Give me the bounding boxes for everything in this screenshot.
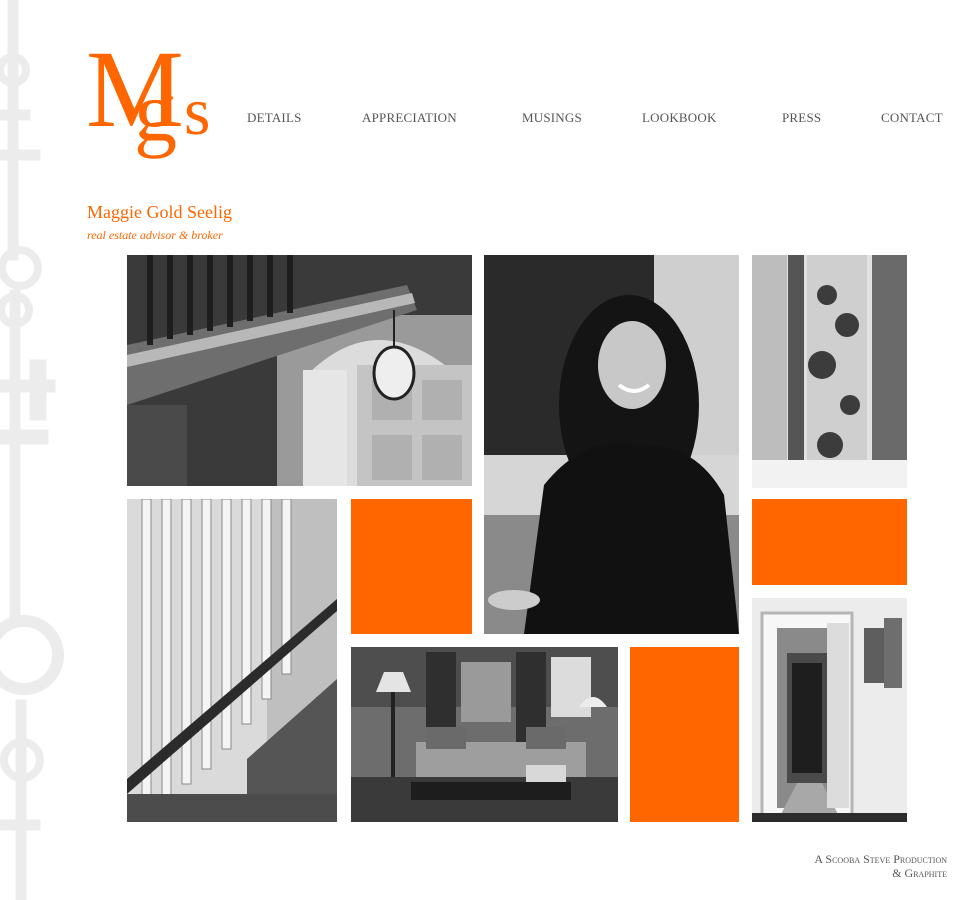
keys-background-decoration	[0, 0, 64, 900]
credit-line-graphite: & Graphite	[892, 866, 947, 880]
staircase-lantern-photo[interactable]	[127, 255, 472, 486]
portrait-image-icon	[484, 255, 739, 634]
orange-accent-block	[752, 499, 907, 585]
nav-appreciation[interactable]: APPRECIATION	[362, 110, 457, 126]
staircase-lantern-image-icon	[127, 255, 472, 486]
staircase-balusters-photo[interactable]	[127, 499, 337, 822]
hallway-image-icon	[752, 598, 907, 822]
footer-credits[interactable]: A Scooba Steve Production & Graphite	[814, 852, 947, 880]
living-room-photo[interactable]	[351, 647, 618, 822]
credit-line-production: A Scooba Steve Production	[814, 852, 947, 866]
nav-press[interactable]: PRESS	[782, 110, 821, 126]
brand-name: Maggie Gold Seelig	[87, 202, 232, 222]
nav-details[interactable]: DETAILS	[247, 110, 302, 126]
orange-accent-block	[351, 499, 472, 634]
brand-tagline: real estate advisor & broker	[87, 228, 223, 242]
toile-wallpaper-photo[interactable]	[752, 255, 907, 488]
toile-wallpaper-image-icon	[752, 255, 907, 488]
staircase-balusters-image-icon	[127, 499, 337, 822]
orange-accent-block	[630, 647, 739, 822]
main-navigation: DETAILS APPRECIATION MUSINGS LOOKBOOK PR…	[0, 110, 960, 130]
monogram-logo-icon: M g s	[86, 30, 210, 159]
nav-musings[interactable]: MUSINGS	[522, 110, 582, 126]
portrait-photo[interactable]	[484, 255, 739, 634]
nav-contact[interactable]: CONTACT	[881, 110, 943, 126]
living-room-image-icon	[351, 647, 618, 822]
nav-lookbook[interactable]: LOOKBOOK	[642, 110, 717, 126]
hallway-photo[interactable]	[752, 598, 907, 822]
